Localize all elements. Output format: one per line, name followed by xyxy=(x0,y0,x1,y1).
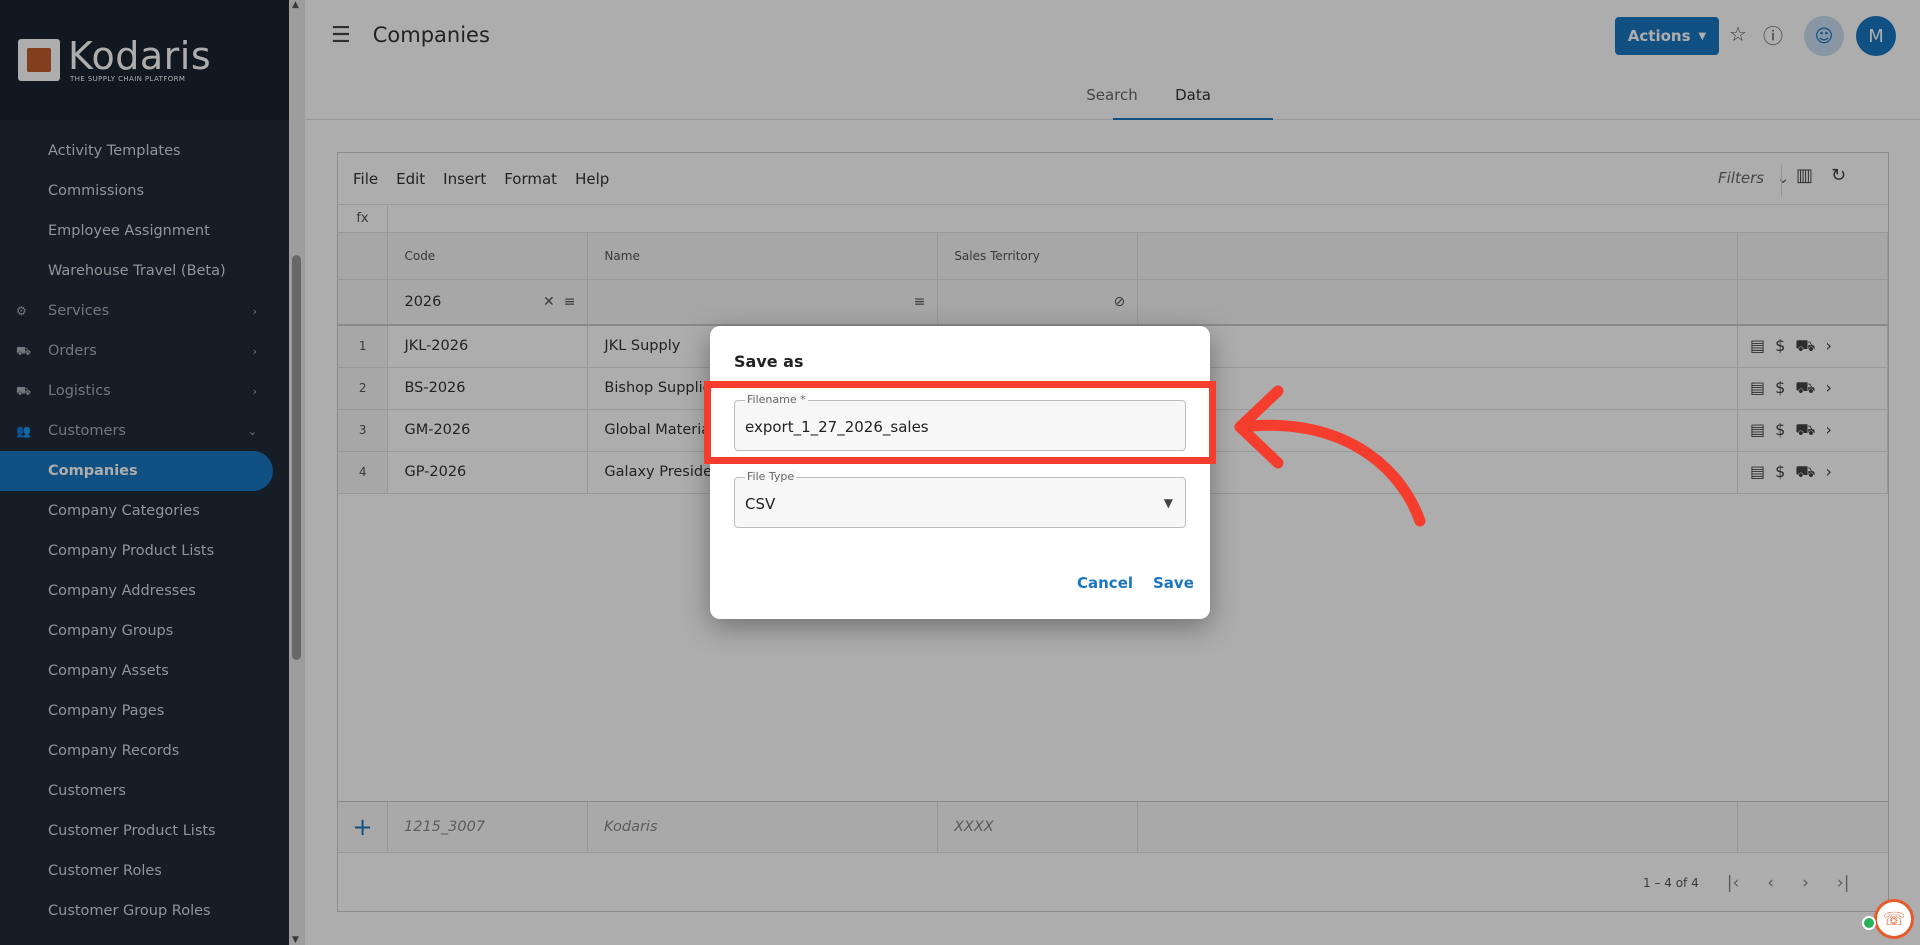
dropdown-arrow-icon[interactable]: ▼ xyxy=(1164,496,1173,510)
save-button[interactable]: Save xyxy=(1153,574,1194,592)
filetype-value: CSV xyxy=(745,495,776,513)
filetype-select[interactable]: File Type CSV ▼ xyxy=(734,470,1186,528)
save-as-dialog: Save as Filename * export_1_27_2026_sale… xyxy=(710,326,1210,619)
cancel-button[interactable]: Cancel xyxy=(1077,574,1133,592)
app: Kodaris THE SUPPLY CHAIN PLATFORM Activi… xyxy=(0,0,1920,945)
highlight-box xyxy=(704,381,1216,464)
filetype-label: File Type xyxy=(745,470,797,483)
chat-icon[interactable]: ☏ xyxy=(1874,899,1914,939)
annotation-arrow-icon xyxy=(1234,385,1426,527)
dialog-title: Save as xyxy=(734,352,804,371)
online-status-dot xyxy=(1862,916,1876,930)
